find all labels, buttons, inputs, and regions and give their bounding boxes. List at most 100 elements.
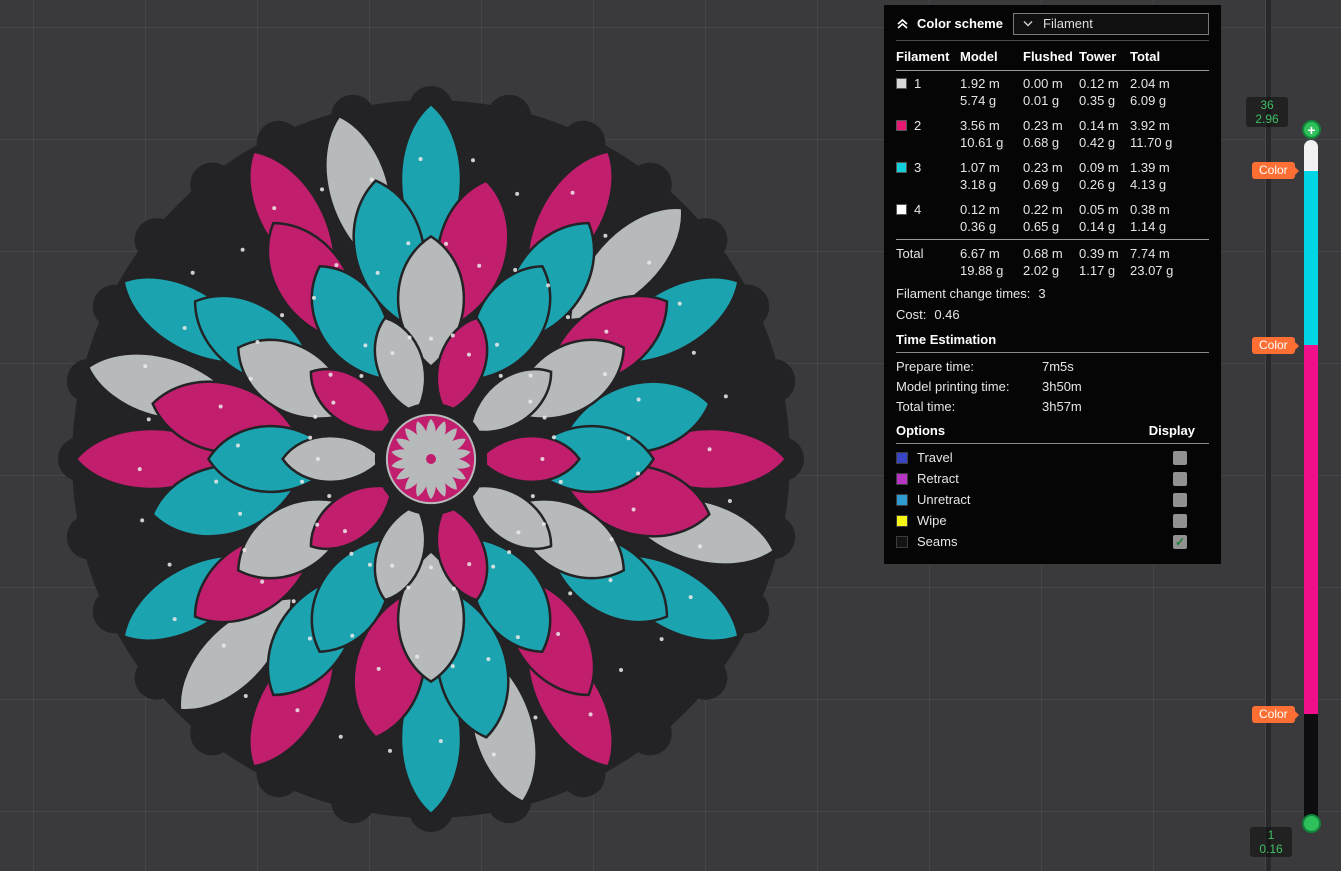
cell-value: 23.07 g: [1130, 263, 1209, 278]
cell-value: 1.92 m: [960, 76, 1023, 91]
option-label: Retract: [917, 471, 959, 486]
color-scheme-dropdown[interactable]: Filament: [1013, 13, 1209, 35]
flushed-cell: 0.22 m 0.65 g: [1023, 202, 1079, 234]
layer-slider-rail[interactable]: [1266, 0, 1271, 871]
filament-swatch: [896, 120, 907, 131]
cell-value: 3.18 g: [960, 177, 1023, 192]
total-cell: 7.74 m 23.07 g: [1130, 246, 1209, 278]
total-label: Total: [896, 246, 960, 278]
panel-header: Color scheme Filament: [896, 10, 1209, 37]
layer-color-bar[interactable]: [1304, 140, 1318, 823]
cell-value: 3.56 m: [960, 118, 1023, 133]
cell-value: 0.39 m: [1079, 246, 1130, 261]
cell-value: 0.14 m: [1079, 118, 1130, 133]
time-row: Prepare time: 7m5s: [896, 357, 1209, 377]
option-label: Travel: [917, 450, 953, 465]
panel-title: Color scheme: [917, 16, 1003, 31]
color-segment-magenta: [1304, 345, 1318, 714]
retract-color-swatch: [896, 473, 908, 485]
bottom-layer-number: 1: [1250, 828, 1292, 842]
filament-number: 2: [914, 118, 921, 133]
flushed-cell: 0.23 m 0.69 g: [1023, 160, 1079, 192]
cell-value: 0.14 g: [1079, 219, 1130, 234]
option-row-wipe: Wipe: [896, 510, 1209, 531]
option-row-unretract: Unretract: [896, 489, 1209, 510]
time-label: Prepare time:: [896, 359, 1042, 375]
bottom-layer-height: 0.16: [1250, 842, 1292, 856]
time-label: Total time:: [896, 399, 1042, 415]
unretract-color-swatch: [896, 494, 908, 506]
layer-readout-bottom: 1 0.16: [1250, 827, 1292, 857]
cell-value: 1.14 g: [1130, 219, 1209, 234]
tower-cell: 0.14 m 0.42 g: [1079, 118, 1130, 150]
unretract-display-checkbox[interactable]: [1173, 493, 1187, 507]
color-change-button[interactable]: Color: [1252, 162, 1295, 179]
filament-swatch: [896, 78, 907, 89]
cell-value: 5.74 g: [960, 93, 1023, 108]
cell-value: 0.69 g: [1023, 177, 1079, 192]
dropdown-value: Filament: [1043, 16, 1093, 31]
filament-number: 1: [914, 76, 921, 91]
model-cell: 0.12 m 0.36 g: [960, 202, 1023, 234]
cost-label: Cost:: [896, 306, 926, 323]
color-segment-white: [1304, 140, 1318, 171]
cell-value: 1.17 g: [1079, 263, 1130, 278]
layer-slider-bottom-handle[interactable]: [1302, 814, 1321, 833]
cell-value: 0.38 m: [1130, 202, 1209, 217]
tower-cell: 0.05 m 0.14 g: [1079, 202, 1130, 234]
collapse-panel-icon[interactable]: [896, 17, 909, 30]
seams-display-checkbox[interactable]: ✓: [1173, 535, 1187, 549]
cell-value: 0.65 g: [1023, 219, 1079, 234]
check-icon: ✓: [1175, 536, 1185, 548]
options-title: Options: [896, 423, 945, 438]
filament-row: 4 0.12 m 0.36 g 0.22 m 0.65 g 0.05 m 0.1…: [896, 197, 1209, 239]
filament-change-value: 3: [1038, 285, 1045, 302]
time-value: 7m5s: [1042, 359, 1074, 375]
col-header-filament: Filament: [896, 49, 960, 64]
flushed-cell: 0.68 m 2.02 g: [1023, 246, 1079, 278]
layer-slider-top-handle[interactable]: +: [1302, 120, 1321, 139]
filament-row: 3 1.07 m 3.18 g 0.23 m 0.69 g 0.09 m 0.2…: [896, 155, 1209, 197]
layer-readout-top: 36 2.96: [1246, 97, 1288, 127]
cell-value: 0.01 g: [1023, 93, 1079, 108]
color-segment-cyan: [1304, 171, 1318, 345]
flushed-cell: 0.00 m 0.01 g: [1023, 76, 1079, 108]
cell-value: 0.35 g: [1079, 93, 1130, 108]
time-estimation-title: Time Estimation: [896, 325, 1209, 353]
top-layer-number: 36: [1246, 98, 1288, 112]
color-change-button[interactable]: Color: [1252, 337, 1295, 354]
color-scheme-panel: Color scheme Filament Filament Model Flu…: [884, 5, 1221, 564]
filament-id-cell: 2: [896, 118, 960, 150]
filament-row: 2 3.56 m 10.61 g 0.23 m 0.68 g 0.14 m 0.…: [896, 113, 1209, 155]
time-row: Total time: 3h57m: [896, 397, 1209, 417]
cell-value: 0.00 m: [1023, 76, 1079, 91]
option-label: Unretract: [917, 492, 970, 507]
retract-display-checkbox[interactable]: [1173, 472, 1187, 486]
cell-value: 6.67 m: [960, 246, 1023, 261]
cell-value: 0.23 m: [1023, 118, 1079, 133]
total-cell: 0.38 m 1.14 g: [1130, 202, 1209, 234]
option-row-seams: Seams ✓: [896, 531, 1209, 552]
total-cell: 2.04 m 6.09 g: [1130, 76, 1209, 108]
cell-value: 0.05 m: [1079, 202, 1130, 217]
filament-id-cell: 3: [896, 160, 960, 192]
filament-swatch: [896, 162, 907, 173]
cell-value: 0.22 m: [1023, 202, 1079, 217]
option-row-retract: Retract: [896, 468, 1209, 489]
cell-value: 10.61 g: [960, 135, 1023, 150]
tower-cell: 0.09 m 0.26 g: [1079, 160, 1130, 192]
col-header-tower: Tower: [1079, 49, 1130, 64]
color-change-button[interactable]: Color: [1252, 706, 1295, 723]
travel-display-checkbox[interactable]: [1173, 451, 1187, 465]
filament-id-cell: 4: [896, 202, 960, 234]
total-cell: 3.92 m 11.70 g: [1130, 118, 1209, 150]
wipe-display-checkbox[interactable]: [1173, 514, 1187, 528]
cell-value: 0.12 m: [1079, 76, 1130, 91]
time-label: Model printing time:: [896, 379, 1042, 395]
flushed-cell: 0.23 m 0.68 g: [1023, 118, 1079, 150]
filament-swatch: [896, 204, 907, 215]
model-cell: 1.92 m 5.74 g: [960, 76, 1023, 108]
cell-value: 0.36 g: [960, 219, 1023, 234]
cell-value: 4.13 g: [1130, 177, 1209, 192]
col-header-model: Model: [960, 49, 1023, 64]
